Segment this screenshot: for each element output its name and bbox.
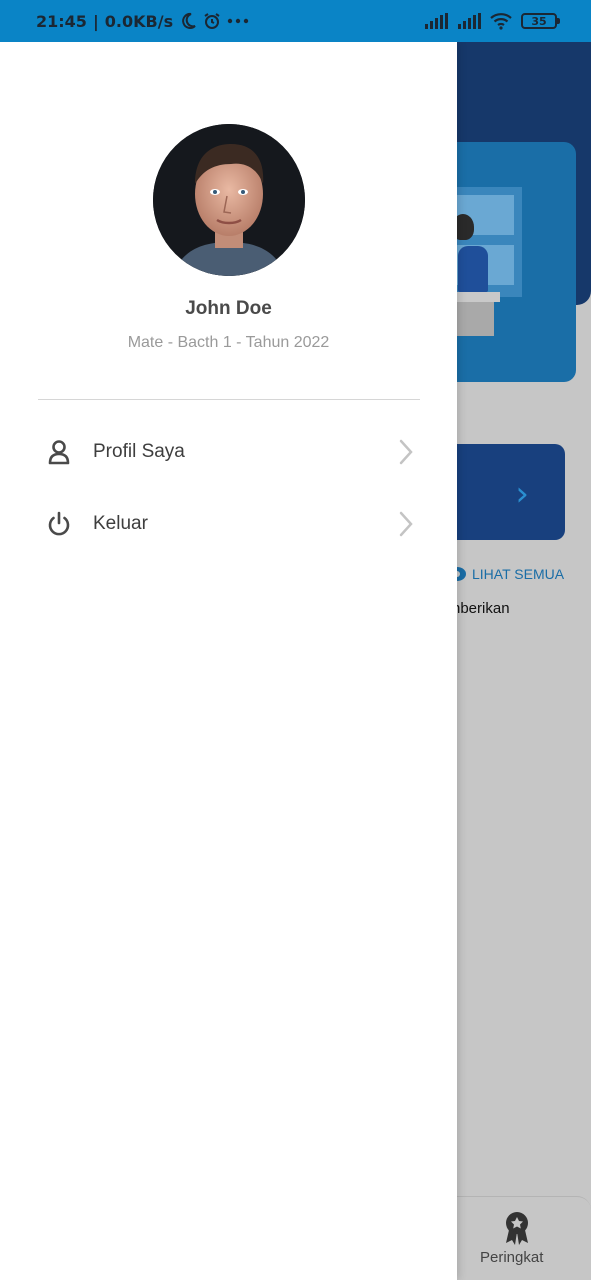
status-bar: 21:45 | 0.0KB/s 35 [0, 0, 591, 42]
wifi-icon [490, 13, 512, 30]
illustration-person-body [458, 246, 488, 292]
bottom-nav-label: Peringkat [480, 1249, 544, 1266]
divider [38, 399, 420, 400]
battery-icon: 35 [521, 13, 560, 29]
user-name: John Doe [185, 298, 272, 319]
chevron-right-icon: › [515, 474, 529, 514]
signal-icon [425, 13, 448, 29]
power-icon [48, 511, 70, 536]
status-right: 35 [424, 12, 560, 30]
menu-item-keluar[interactable]: Keluar [0, 494, 457, 554]
status-time: 21:45 [36, 11, 87, 31]
menu-item-label: Profil Saya [93, 441, 185, 462]
status-left: 21:45 | 0.0KB/s [36, 12, 249, 31]
see-all-link: LIHAT SEMUA [448, 566, 564, 582]
battery-level: 35 [531, 14, 547, 28]
user-icon [48, 440, 70, 465]
moon-icon [182, 12, 196, 29]
background-partial-text: nberikan [452, 600, 510, 617]
alarm-icon [204, 13, 220, 29]
avatar-photo [153, 124, 305, 276]
menu-item-profil-saya[interactable]: Profil Saya [0, 422, 457, 482]
signal-icon [458, 13, 481, 29]
status-separator: | [92, 11, 99, 31]
menu-item-label: Keluar [93, 513, 148, 534]
more-icon [227, 18, 249, 24]
avatar [153, 124, 305, 276]
see-all-label: LIHAT SEMUA [472, 566, 565, 582]
ribbon-icon [506, 1212, 528, 1245]
chevron-right-icon [399, 511, 413, 537]
navigation-drawer: John Doe Mate - Bacth 1 - Tahun 2022 Pro… [0, 42, 457, 1280]
chevron-right-icon [399, 439, 413, 465]
status-speed: 0.0KB/s [104, 11, 174, 31]
user-subtitle: Mate - Bacth 1 - Tahun 2022 [127, 334, 330, 351]
